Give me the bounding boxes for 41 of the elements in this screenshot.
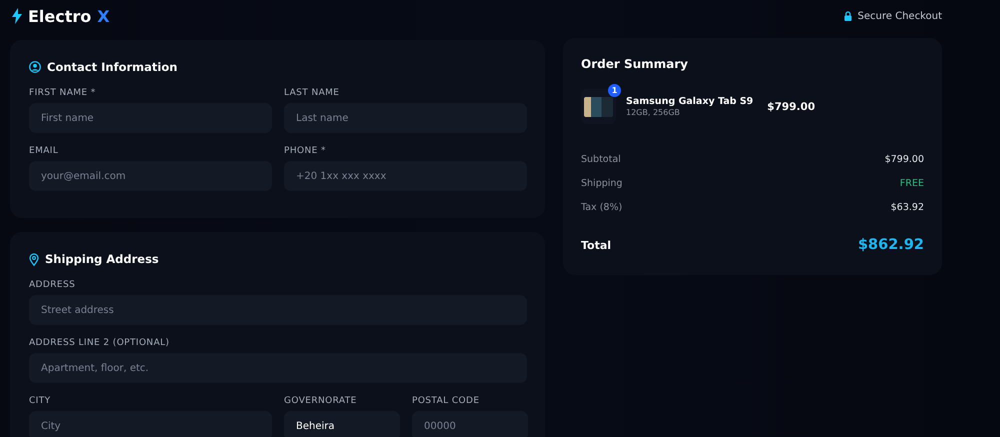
input-field[interactable]: Street address xyxy=(29,295,527,325)
input-field[interactable]: your@email.com xyxy=(29,161,272,191)
input-field[interactable]: Last name xyxy=(284,103,527,133)
field-label: EMAIL xyxy=(29,146,60,156)
field-label: GOVERNORATE xyxy=(284,396,358,406)
field-label: ADDRESS LINE 2 (OPTIONAL) xyxy=(29,338,170,348)
summary-value: $63.92 xyxy=(890,202,924,213)
input-field[interactable]: Apartment, floor, etc. xyxy=(29,353,527,383)
summary-label: Shipping xyxy=(581,178,622,189)
product-photo xyxy=(584,96,613,116)
user-icon xyxy=(29,61,41,73)
quantity-badge: 1 xyxy=(608,84,621,97)
lock-icon xyxy=(844,11,852,21)
section-title: Shipping Address xyxy=(45,252,159,266)
summary-value: $799.00 xyxy=(884,154,924,165)
summary-label: Tax (8%) xyxy=(581,202,622,213)
input-field[interactable]: City xyxy=(29,411,272,437)
section-title: Contact Information xyxy=(47,60,178,74)
field-label: CITY xyxy=(29,396,52,406)
total-label: Total xyxy=(581,238,612,252)
summary-value: FREE xyxy=(900,178,924,189)
field-label: PHONE * xyxy=(284,146,327,156)
product-variant: 12GB, 256GB xyxy=(626,108,681,117)
summary-label: Subtotal xyxy=(581,154,621,165)
field-label: FIRST NAME * xyxy=(29,88,97,98)
summary-title: Order Summary xyxy=(581,57,689,71)
field-label: LAST NAME xyxy=(284,88,340,98)
input-field[interactable]: Beheira xyxy=(284,411,400,437)
total-value: $862.92 xyxy=(858,237,924,253)
product-name: Samsung Galaxy Tab S9 xyxy=(626,96,754,107)
lightning-bolt-icon xyxy=(12,8,22,24)
input-field[interactable]: 00000 xyxy=(412,411,528,437)
field-label: ADDRESS xyxy=(29,280,76,290)
product-price: $799.00 xyxy=(767,100,815,112)
input-field[interactable]: First name xyxy=(29,103,272,133)
secure-checkout-label: Secure Checkout xyxy=(858,10,942,22)
input-field[interactable]: +20 1xx xxx xxxx xyxy=(284,161,527,191)
field-label: POSTAL CODE xyxy=(412,396,480,406)
brand-name: Electro xyxy=(28,6,92,26)
location-pin-icon xyxy=(29,252,39,266)
brand-accent: X xyxy=(97,6,110,26)
